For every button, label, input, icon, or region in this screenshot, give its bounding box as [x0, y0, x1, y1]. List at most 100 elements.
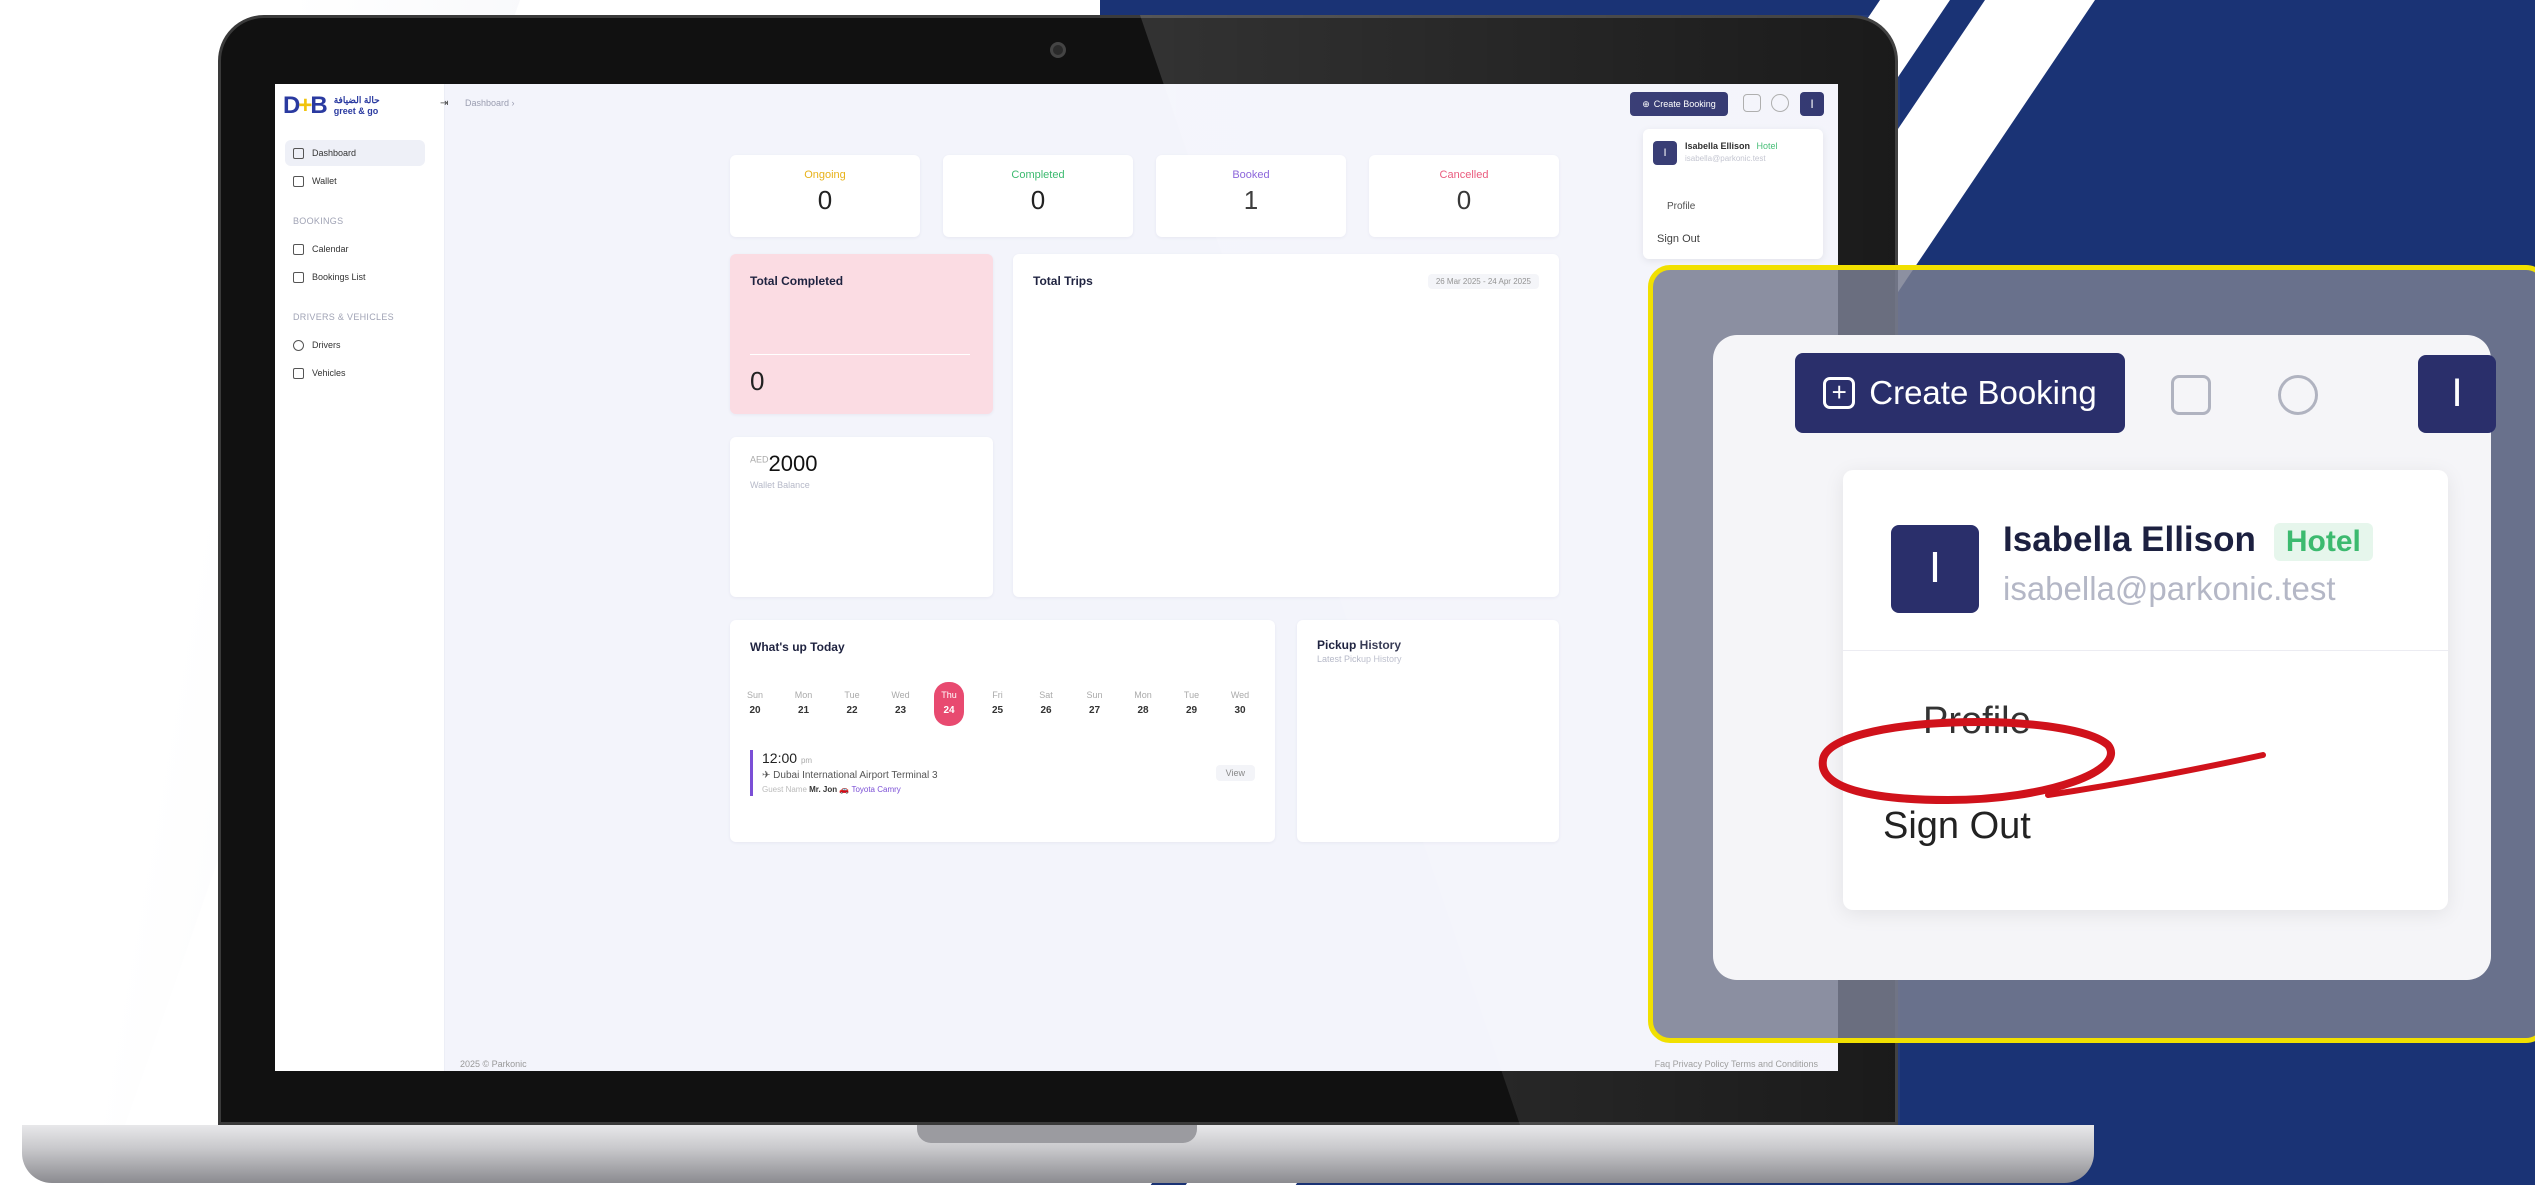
notes-icon[interactable]	[2171, 375, 2211, 415]
theme-toggle-icon[interactable]	[2278, 375, 2318, 415]
day-of-week: Mon	[1134, 690, 1152, 700]
day-item[interactable]: Sat 26	[1031, 688, 1061, 718]
user-avatar-button-zoomed[interactable]: I	[2418, 355, 2496, 433]
day-item[interactable]: Wed 30	[1225, 688, 1255, 718]
sidebar-item-label: Wallet	[312, 176, 337, 186]
day-item[interactable]: Tue 29	[1177, 688, 1207, 718]
day-of-week: Tue	[1183, 690, 1200, 700]
sidebar-item-wallet[interactable]: Wallet	[285, 168, 425, 194]
logo-arabic: حالة الضيافة	[333, 95, 380, 105]
stat-card-completed: Completed 0	[943, 155, 1133, 237]
stat-value: 0	[1456, 185, 1472, 215]
sidebar-item-label: Vehicles	[312, 368, 346, 378]
day-item[interactable]: Wed 23	[886, 688, 916, 718]
day-item[interactable]: Sun 27	[1080, 688, 1110, 718]
create-booking-label: Create Booking	[1653, 99, 1716, 109]
sidebar-item-drivers[interactable]: Drivers	[285, 332, 425, 358]
stat-label: Ongoing	[804, 169, 846, 181]
section-title: DRIVERS & VEHICLES	[293, 312, 394, 322]
total-completed-card: Total Completed 0	[730, 254, 993, 414]
day-item[interactable]: Tue 22	[837, 688, 867, 718]
total-completed-value: 0	[750, 366, 765, 396]
event-ampm: pm	[800, 756, 813, 765]
day-of-week: Tue	[844, 690, 860, 700]
stat-label: Cancelled	[1439, 169, 1489, 181]
section-title: BOOKINGS	[293, 216, 344, 226]
calendar-icon	[293, 243, 304, 255]
day-date: 21	[797, 705, 810, 716]
plus-icon: ⊕	[1642, 98, 1650, 109]
create-booking-button[interactable]: ⊕ Create Booking	[1630, 92, 1728, 116]
day-date: 30	[1234, 705, 1246, 716]
day-date: 28	[1137, 705, 1149, 716]
view-event-button[interactable]: View	[1215, 765, 1255, 781]
day-of-week: Thu	[941, 690, 957, 700]
sidebar-item-label: Dashboard	[312, 148, 357, 158]
list-icon	[293, 271, 304, 283]
dropdown-avatar: I	[1891, 525, 1979, 613]
promo-stage: D+B حالة الضيافة greet & go Dashboard Wa…	[0, 0, 2535, 1185]
day-item[interactable]: Sun 20	[740, 688, 770, 718]
day-date: 25	[991, 705, 1004, 716]
day-item[interactable]: Fri 25	[983, 688, 1013, 718]
event-time: 12:00	[762, 750, 798, 766]
stat-card-cancelled: Cancelled 0	[1369, 155, 1559, 237]
app-logo[interactable]: D+B حالة الضيافة greet & go	[283, 92, 380, 120]
profile-menu-item[interactable]: Profile	[1667, 201, 1695, 212]
card-subtitle: Latest Pickup History	[1317, 654, 1402, 664]
sidebar-item-vehicles[interactable]: Vehicles	[285, 360, 425, 386]
stat-card-ongoing: Ongoing 0	[730, 155, 920, 237]
breadcrumb[interactable]: Dashboard ›	[465, 98, 515, 108]
theme-toggle-icon[interactable]	[1771, 94, 1789, 112]
user-avatar-button[interactable]: I	[1800, 92, 1824, 116]
day-item[interactable]: Thu 24	[934, 682, 964, 726]
notes-icon[interactable]	[1743, 94, 1761, 112]
footer-copyright: 2025 © Parkonic	[460, 1059, 527, 1069]
total-trips-card: Total Trips 26 Mar 2025 - 24 Apr 2025	[1013, 254, 1559, 597]
day-of-week: Sat	[1039, 690, 1053, 700]
stat-value: 0	[817, 185, 833, 215]
dropdown-user-email: isabella@parkonic.test	[2003, 570, 2336, 607]
logo-mark: D+B	[283, 92, 328, 119]
day-of-week: Sun	[1086, 690, 1103, 700]
car-model: Toyota Camry	[851, 785, 901, 794]
zoom-callout: + Create Booking I I Isabella Ellison Hot…	[1648, 265, 2535, 1043]
dropdown-user-email: isabella@parkonic.test	[1685, 154, 1766, 163]
create-booking-button-zoomed[interactable]: + Create Booking	[1795, 353, 2125, 433]
date-range-picker[interactable]: 26 Mar 2025 - 24 Apr 2025	[1427, 274, 1539, 289]
role-badge: Hotel	[1756, 141, 1778, 151]
sidebar-item-label: Bookings List	[312, 272, 366, 282]
sidebar-item-label: Drivers	[312, 340, 341, 350]
day-date: 26	[1040, 705, 1052, 716]
day-of-week: Mon	[794, 690, 813, 700]
event-location: Dubai International Airport Terminal 3	[773, 770, 938, 781]
car-icon	[293, 367, 304, 379]
footer-links[interactable]: Faq Privacy Policy Terms and Conditions	[1655, 1059, 1818, 1069]
sidebar: D+B حالة الضيافة greet & go Dashboard Wa…	[275, 84, 445, 1071]
card-title: Pickup History	[1317, 638, 1402, 652]
day-date: 24	[943, 705, 955, 716]
guest-name: Mr. Jon	[809, 785, 838, 794]
day-of-week: Sun	[746, 690, 763, 700]
dropdown-user-name: Isabella Ellison	[2003, 520, 2256, 559]
card-title: Total Trips	[1033, 274, 1093, 288]
day-date: 27	[1088, 705, 1101, 716]
day-date: 23	[894, 705, 907, 716]
day-item[interactable]: Mon 21	[789, 688, 819, 718]
sign-out-menu-item[interactable]: Sign Out	[1657, 233, 1700, 245]
sidebar-item-calendar[interactable]: Calendar	[285, 236, 425, 262]
dropdown-user-name: Isabella Ellison	[1685, 141, 1751, 151]
pickup-history-card: Pickup History Latest Pickup History	[1297, 620, 1559, 842]
laptop-screen: D+B حالة الضيافة greet & go Dashboard Wa…	[275, 84, 1838, 1071]
collapse-sidebar-icon[interactable]: ⇥	[440, 98, 448, 109]
day-item[interactable]: Mon 28	[1128, 688, 1158, 718]
day-date: 22	[846, 705, 858, 716]
dropdown-avatar: I	[1653, 141, 1677, 165]
wallet-label: Wallet Balance	[750, 480, 810, 490]
day-date: 29	[1185, 705, 1198, 716]
sidebar-item-dashboard[interactable]: Dashboard	[285, 140, 425, 166]
sidebar-item-bookings-list[interactable]: Bookings List	[285, 264, 425, 290]
highlight-ellipse	[1818, 718, 2266, 805]
stat-value: 1	[1243, 185, 1259, 215]
stat-value: 0	[1030, 185, 1046, 215]
